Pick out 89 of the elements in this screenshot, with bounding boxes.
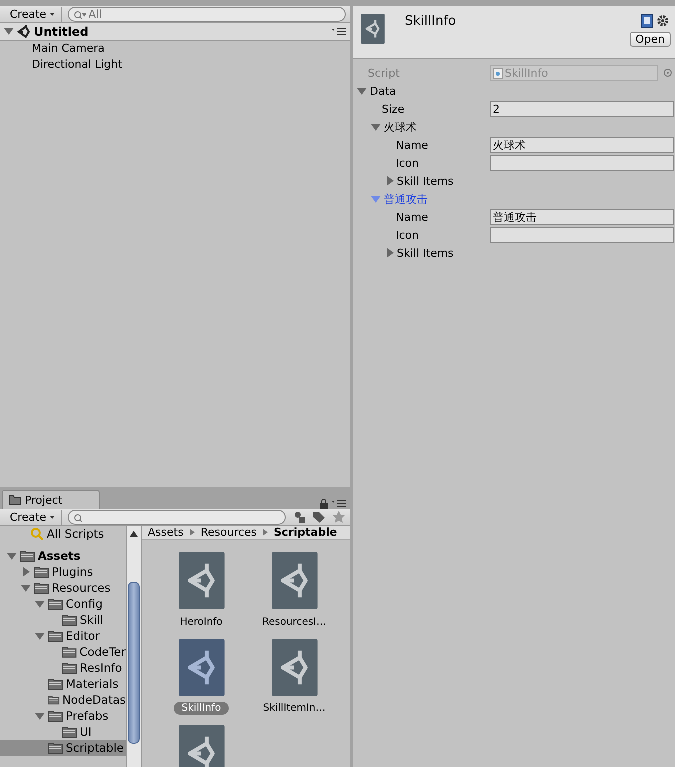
breadcrumb-arrow-icon [190,529,195,536]
search-field[interactable] [68,510,286,524]
foldout-arrow-icon[interactable] [387,248,394,258]
foldout[interactable]: Skill Items [385,246,454,260]
folder-icon [34,566,49,578]
asset-thumbnail-icon [272,638,318,696]
caret-icon [50,516,55,518]
field-label: Name [396,210,430,224]
folder-icon [62,646,77,658]
breadcrumb-item[interactable]: Scriptable [274,526,338,539]
script-icon [493,68,503,78]
caret-icon [50,12,55,16]
text-field[interactable]: 火球术 [490,137,674,153]
breadcrumb-item[interactable]: Resources [200,526,257,539]
text-field[interactable] [490,155,674,171]
folder-tree-item[interactable]: CodeTer [0,644,126,660]
menu-icon[interactable] [332,28,346,36]
breadcrumb-item[interactable]: Assets [148,526,184,539]
field-label: Script [368,66,401,80]
asset-thumbnail-icon [178,725,224,767]
folder-tree-item[interactable]: Prefabs [0,708,126,724]
field-label: Icon [396,156,420,170]
field-label: Name [396,138,430,152]
folder-icon [48,742,63,754]
lock-icon[interactable] [320,499,328,509]
folder-icon [20,550,35,562]
create-button[interactable]: Create [4,6,62,22]
folder-icon [34,582,49,594]
folder-icon [48,710,63,722]
folder-icon [62,726,77,738]
tag-icon[interactable] [312,511,326,523]
create-button[interactable]: Create [4,510,62,524]
folder-tree-item[interactable]: Materials [0,676,126,692]
asset-label[interactable]: SkillInfo [174,702,230,715]
asset-thumbnail-icon [272,552,318,610]
field-label: Icon [396,228,420,242]
folder-tree-item[interactable]: Assets [0,548,126,564]
folder-tree-item[interactable]: Scriptable [0,740,126,756]
project-tab[interactable]: Project [2,490,100,509]
search-field[interactable]: All [68,6,346,22]
asset-label[interactable]: HeroInfo [172,616,231,628]
folder-icon [62,614,77,626]
folder-tree-item[interactable]: Editor [0,628,126,644]
inspector-title: SkillInfo [404,14,458,29]
folder-tree-item[interactable]: UI [0,724,126,740]
foldout[interactable]: Data [357,84,396,98]
favorite-item[interactable]: All Scripts [0,526,126,542]
scroll-up-icon[interactable] [130,531,138,537]
breadcrumb-arrow-icon [263,529,268,536]
field-label: Size [382,102,406,116]
foldout[interactable]: 普通攻击 [371,192,428,206]
folder-tree-item[interactable]: Skill [0,612,126,628]
folder-tree-item[interactable]: NodeDatas [0,692,126,708]
text-field[interactable] [490,227,674,243]
folder-icon [62,662,77,674]
scrollbar-thumb[interactable] [128,582,140,744]
foldout-arrow-icon[interactable] [4,28,14,35]
foldout-arrow-icon[interactable] [371,124,381,130]
search-icon [30,527,44,541]
foldout[interactable]: Skill Items [385,174,454,188]
menu-icon[interactable] [332,500,346,508]
asset-thumbnail-icon [361,14,385,44]
star-icon[interactable] [332,511,346,523]
asset-label[interactable]: SkillItemIn… [255,702,334,715]
folder-tree-item[interactable]: Config [0,596,126,612]
folder-icon [48,678,63,690]
folder-tree-item[interactable]: Resources [0,580,126,596]
folder-tree-item[interactable]: ResInfo [0,660,126,676]
folder-tree-item[interactable]: Plugins [0,564,126,580]
asset-thumbnail-icon [178,552,224,610]
folder-icon [48,630,63,642]
gear-icon[interactable] [657,14,671,28]
help-book-icon[interactable] [641,14,653,28]
scene-header[interactable]: Untitled [0,23,350,41]
text-field[interactable]: 普通攻击 [490,209,674,225]
text-field[interactable]: 2 [490,101,674,117]
foldout[interactable]: 火球术 [371,120,417,134]
hierarchy-item[interactable]: Main Camera [0,41,350,57]
asset-label[interactable]: ResourcesI… [254,616,335,628]
foldout-arrow-icon[interactable] [357,88,367,94]
object-picker-icon[interactable] [661,68,675,78]
folder-icon [9,495,21,505]
folder-icon [48,598,63,610]
scrollbar[interactable] [126,526,142,767]
hierarchy-item[interactable]: Directional Light [0,57,350,73]
filter-by-type-icon[interactable] [292,511,306,523]
folder-icon [48,694,60,706]
asset-thumbnail-icon [178,638,224,696]
open-button[interactable]: Open [630,32,671,47]
